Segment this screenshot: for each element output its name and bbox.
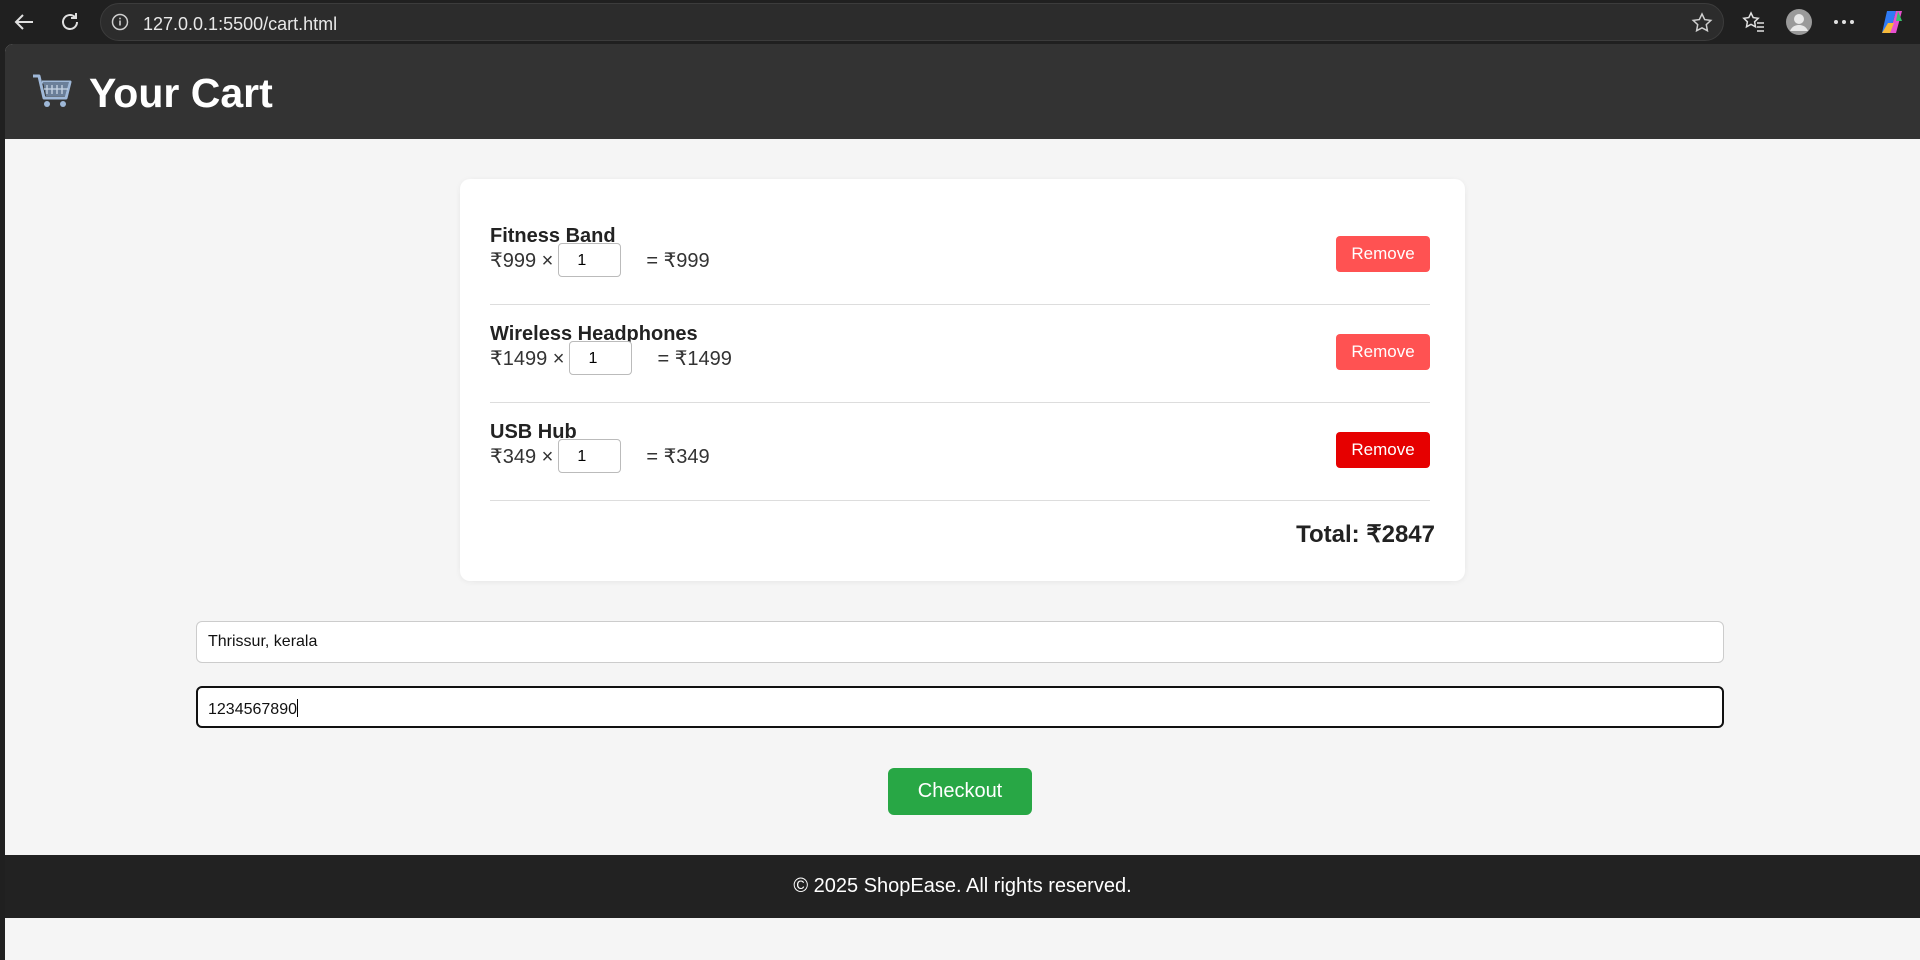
item-price: ₹999 × xyxy=(490,249,554,272)
star-icon[interactable] xyxy=(1691,12,1713,34)
item-subtotal: = ₹349 xyxy=(646,445,710,468)
cart-item: Wireless Headphones ₹1499 × 1 = ₹1499 Re… xyxy=(490,305,1430,403)
reload-icon[interactable] xyxy=(52,6,88,38)
item-price: ₹349 × xyxy=(490,445,554,468)
quantity-input[interactable]: 1 xyxy=(558,243,622,277)
phone-field[interactable]: 1234567890 xyxy=(196,686,1724,728)
remove-button[interactable]: Remove xyxy=(1336,334,1430,370)
item-price-line: ₹349 × 1 = ₹349 xyxy=(490,439,710,473)
checkout-button[interactable]: Checkout xyxy=(888,768,1032,815)
url-text[interactable]: 127.0.0.1:5500/cart.html xyxy=(143,14,337,35)
cart-item: Fitness Band ₹999 × 1 = ₹999 Remove xyxy=(490,207,1430,305)
site-header: Your Cart xyxy=(5,44,1920,139)
shopping-cart-icon xyxy=(31,72,73,115)
address-bar[interactable]: 127.0.0.1:5500/cart.html xyxy=(100,3,1724,41)
copilot-icon[interactable] xyxy=(1874,6,1910,38)
browser-toolbar: 127.0.0.1:5500/cart.html xyxy=(0,0,1920,44)
page-viewport: Your Cart Fitness Band ₹999 × 1 = ₹999 R… xyxy=(5,44,1920,960)
quantity-input[interactable]: 1 xyxy=(569,341,633,375)
cart-card: Fitness Band ₹999 × 1 = ₹999 Remove Wire… xyxy=(460,179,1465,581)
page-title: Your Cart xyxy=(89,70,273,116)
favorites-icon[interactable] xyxy=(1736,6,1772,38)
site-footer: © 2025 ShopEase. All rights reserved. xyxy=(5,855,1920,918)
more-icon[interactable] xyxy=(1826,6,1862,38)
cart-total: Total: ₹2847 xyxy=(1296,521,1435,548)
cart-item: USB Hub ₹349 × 1 = ₹349 Remove xyxy=(490,403,1430,501)
item-subtotal: = ₹1499 xyxy=(657,347,732,370)
footer-text: © 2025 ShopEase. All rights reserved. xyxy=(793,875,1132,897)
item-price: ₹1499 × xyxy=(490,347,565,370)
item-price-line: ₹999 × 1 = ₹999 xyxy=(490,243,710,277)
remove-button[interactable]: Remove xyxy=(1336,432,1430,468)
item-price-line: ₹1499 × 1 = ₹1499 xyxy=(490,341,732,375)
remove-button[interactable]: Remove xyxy=(1336,236,1430,272)
text-caret xyxy=(296,699,298,717)
info-icon[interactable] xyxy=(111,13,131,33)
phone-value: 1234567890 xyxy=(208,701,297,718)
back-icon[interactable] xyxy=(6,6,42,38)
item-subtotal: = ₹999 xyxy=(646,249,710,272)
address-field[interactable]: Thrissur, kerala xyxy=(196,621,1724,663)
quantity-input[interactable]: 1 xyxy=(558,439,622,473)
profile-icon[interactable] xyxy=(1781,6,1817,38)
